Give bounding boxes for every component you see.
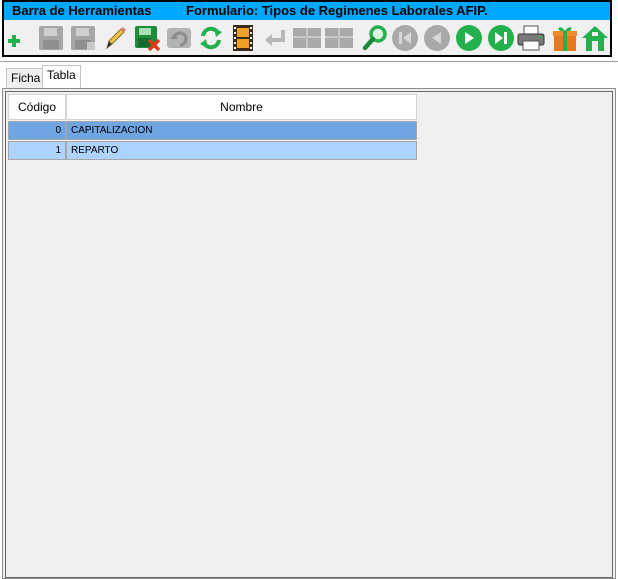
refresh-button[interactable] [196,23,226,53]
home-icon [582,26,608,51]
toolbar: Barra de Herramientas Formulario: Tipos … [2,0,612,57]
return-button[interactable] [260,23,290,53]
cell-code[interactable]: 1 [8,141,66,160]
undo-button[interactable] [164,23,194,53]
save-as-button[interactable] [68,23,98,53]
tab-tabla[interactable]: Tabla [42,65,81,88]
title-bar: Barra de Herramientas Formulario: Tipos … [4,2,610,20]
grid-button[interactable] [292,23,322,53]
previous-record-icon [424,25,450,51]
save-icon [39,26,63,50]
return-arrow-icon [265,30,285,46]
grid-icon [293,28,321,48]
grid-container: Código Nombre 0 CAPITALIZACION 1 REPARTO [5,91,613,578]
cell-code[interactable]: 0 [8,121,66,140]
column-header-nombre[interactable]: Nombre [66,94,417,120]
cell-name[interactable]: CAPITALIZACION [66,121,417,140]
first-record-button[interactable] [390,23,420,53]
undo-icon [167,28,191,48]
film-icon [233,25,253,51]
delete-save-button[interactable] [132,23,162,53]
table-row[interactable]: 0 CAPITALIZACION [8,121,417,140]
table-row[interactable]: 1 REPARTO [8,141,417,160]
last-record-button[interactable] [486,23,516,53]
gift-button[interactable] [550,23,580,53]
cell-name[interactable]: REPARTO [66,141,417,160]
first-record-icon [392,25,418,51]
toolbar-separator [0,61,618,62]
tab-panel: Código Nombre 0 CAPITALIZACION 1 REPARTO [2,88,616,579]
edit-pencil-icon [106,27,126,50]
home-button[interactable] [580,23,610,53]
next-record-button[interactable] [454,23,484,53]
add-button[interactable] [4,23,34,53]
tab-ficha[interactable]: Ficha [6,68,46,88]
toolbar-label: Barra de Herramientas [12,3,152,18]
add-icon [8,35,20,47]
previous-record-button[interactable] [422,23,452,53]
save-as-icon [71,26,95,50]
film-button[interactable] [228,23,258,53]
form-title: Formulario: Tipos de Regimenes Laborales… [186,3,488,18]
grid-icon-2 [325,28,353,48]
column-header-codigo[interactable]: Código [8,94,66,120]
edit-button[interactable] [100,23,130,53]
printer-icon [517,25,545,51]
refresh-icon [200,26,222,50]
last-record-icon [488,25,514,51]
search-button[interactable] [360,23,390,53]
save-button[interactable] [36,23,66,53]
next-record-icon [456,25,482,51]
search-icon [362,25,387,51]
gift-icon [553,27,577,51]
grid-button-2[interactable] [324,23,354,53]
print-button[interactable] [516,23,546,53]
delete-save-icon [135,26,161,52]
toolbar-buttons [4,22,610,55]
